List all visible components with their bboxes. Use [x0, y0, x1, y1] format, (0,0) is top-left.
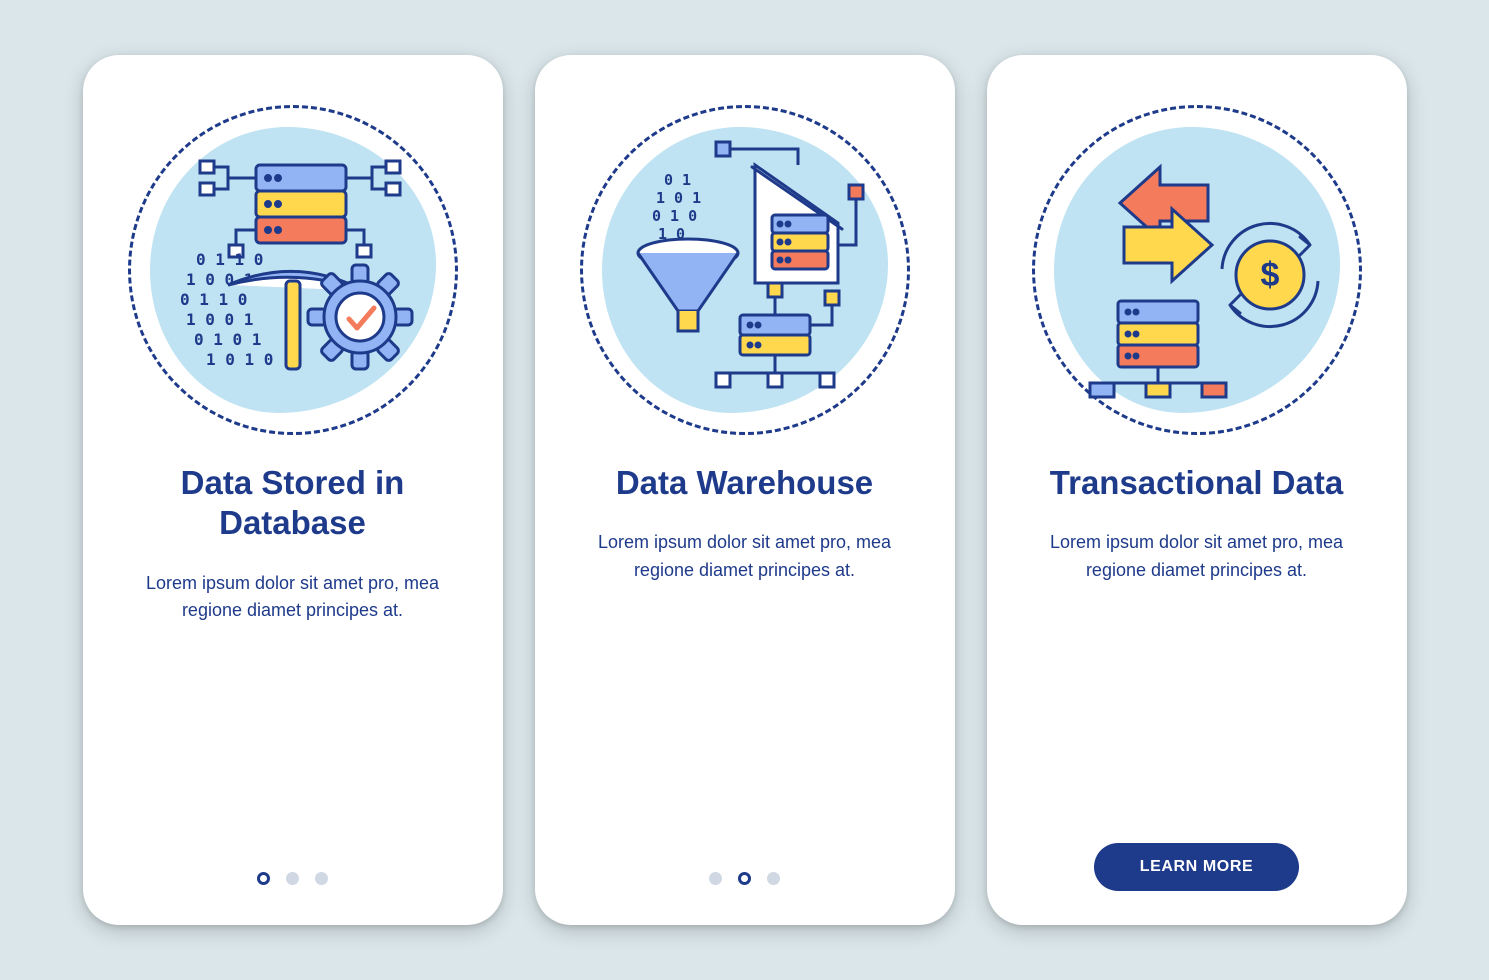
dot: [286, 872, 299, 885]
dot: [767, 872, 780, 885]
svg-text:1 0 1 0: 1 0 1 0: [206, 350, 273, 369]
onboarding-card: $ Transactional Data Lorem ipsum dolor s…: [987, 55, 1407, 925]
onboarding-card: 0 1 1 01 0 0 10 1 1 0 1 0 0 10 1 0 11 0 …: [83, 55, 503, 925]
svg-text:$: $: [1260, 256, 1279, 294]
card-description: Lorem ipsum dolor sit amet pro, mea regi…: [133, 570, 453, 626]
illustration-transactional: $: [1032, 105, 1362, 435]
dot-active: [257, 872, 270, 885]
svg-text:0 1 1 0: 0 1 1 0: [180, 290, 247, 309]
dot-active: [738, 872, 751, 885]
card-description: Lorem ipsum dolor sit amet pro, mea regi…: [585, 529, 905, 585]
onboarding-card: 0 11 0 10 1 01 0 Data Warehouse Lorem ip…: [535, 55, 955, 925]
dot: [315, 872, 328, 885]
page-indicator: [709, 872, 780, 885]
card-description: Lorem ipsum dolor sit amet pro, mea regi…: [1037, 529, 1357, 585]
page-indicator: [257, 872, 328, 885]
svg-text:0 1 1 0: 0 1 1 0: [196, 250, 263, 269]
card-title: Data Stored in Database: [133, 463, 453, 544]
illustration-database: 0 1 1 01 0 0 10 1 1 0 1 0 0 10 1 0 11 0 …: [128, 105, 458, 435]
svg-text:0 1: 0 1: [664, 171, 691, 189]
svg-text:0 1 0 1: 0 1 0 1: [194, 330, 261, 349]
card-title: Data Warehouse: [616, 463, 873, 503]
illustration-warehouse: 0 11 0 10 1 01 0: [580, 105, 910, 435]
learn-more-button[interactable]: LEARN MORE: [1094, 843, 1300, 891]
svg-text:1 0: 1 0: [658, 225, 685, 243]
dot: [709, 872, 722, 885]
svg-text:1 0 1: 1 0 1: [656, 189, 701, 207]
card-title: Transactional Data: [1050, 463, 1343, 503]
svg-text:1 0 0 1: 1 0 0 1: [186, 310, 253, 329]
svg-text:0 1 0: 0 1 0: [652, 207, 697, 225]
